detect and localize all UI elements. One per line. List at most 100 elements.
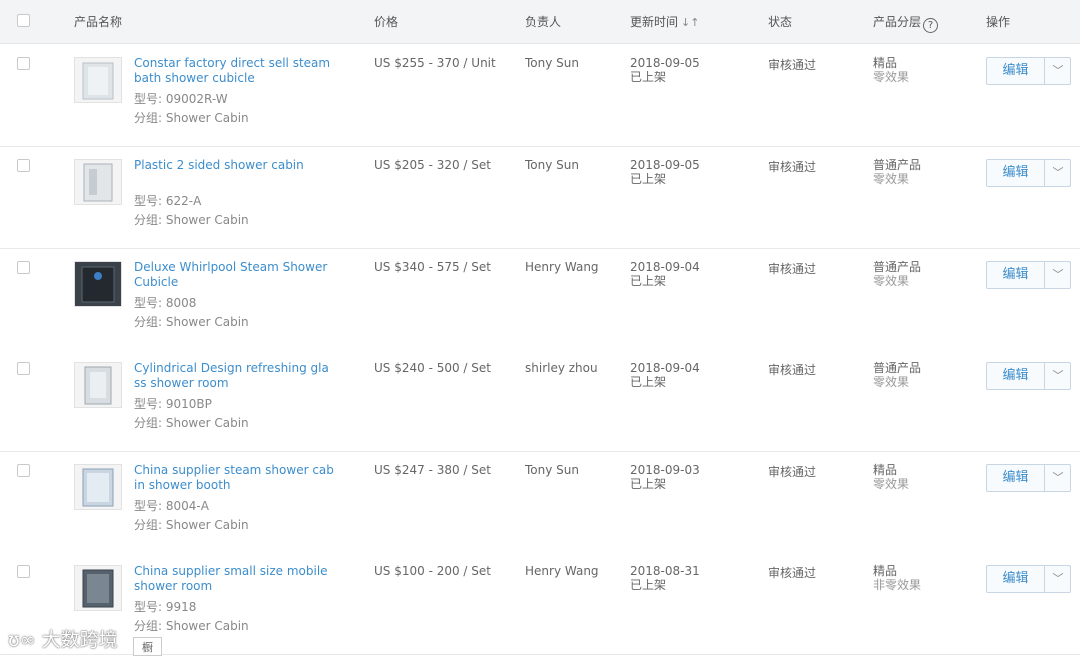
product-model: 型号: 9918	[134, 600, 197, 614]
row-checkbox[interactable]	[17, 57, 30, 70]
product-model: 型号: 09002R-W	[134, 92, 228, 106]
product-model: 型号: 8008	[134, 296, 197, 310]
product-tier: 精品	[873, 463, 898, 477]
table-row: Plastic 2 sided shower cabin 型号: 622-A 分…	[0, 147, 1080, 249]
product-tier: 精品	[873, 564, 898, 578]
col-tier: 产品分层?	[873, 13, 939, 33]
review-status: 审核通过	[768, 465, 817, 479]
product-price: US $240 - 500 / Set	[374, 361, 491, 375]
edit-button[interactable]: 编辑	[987, 160, 1045, 186]
col-action: 操作	[986, 15, 1011, 29]
help-icon[interactable]: ?	[923, 18, 939, 33]
product-effect: 零效果	[873, 477, 910, 491]
product-name-link[interactable]: Plastic 2 sided shower cabin	[134, 158, 334, 173]
update-date: 2018-09-04	[630, 361, 700, 375]
product-tier: 普通产品	[873, 260, 922, 274]
tier-info: 精品 非零效果	[873, 564, 921, 592]
table-row: China supplier steam shower cabin shower…	[0, 452, 1080, 554]
update-info: 2018-09-05 已上架	[630, 158, 700, 186]
row-checkbox[interactable]	[17, 464, 30, 477]
shelf-status: 已上架	[630, 578, 667, 592]
shelf-status: 已上架	[630, 375, 667, 389]
action-group: 编辑 ﹀	[986, 159, 1071, 187]
tier-info: 精品 零效果	[873, 56, 909, 84]
product-owner: Henry Wang	[525, 260, 599, 274]
product-effect: 零效果	[873, 375, 910, 389]
product-thumbnail[interactable]	[74, 464, 122, 510]
update-date: 2018-09-04	[630, 260, 700, 274]
product-effect: 零效果	[873, 274, 910, 288]
product-owner: Tony Sun	[525, 463, 579, 477]
product-price: US $340 - 575 / Set	[374, 260, 491, 274]
product-thumbnail[interactable]	[74, 362, 122, 408]
chevron-down-icon[interactable]: ﹀	[1045, 262, 1071, 288]
product-tier: 普通产品	[873, 158, 922, 172]
product-thumbnail[interactable]	[74, 159, 122, 205]
shelf-status: 已上架	[630, 274, 667, 288]
sort-icon[interactable]: ↓↑	[681, 16, 699, 29]
table-row: Deluxe Whirlpool Steam Shower Cubicle 型号…	[0, 249, 1080, 351]
weibo-logo-icon: ʊ∞	[8, 629, 36, 651]
product-thumbnail[interactable]	[74, 57, 122, 103]
update-info: 2018-09-04 已上架	[630, 361, 700, 389]
table-row: China supplier small size mobile shower …	[0, 553, 1080, 655]
update-date: 2018-09-03	[630, 463, 700, 477]
watermark: ʊ∞ 大数跨境	[8, 625, 118, 652]
review-status: 审核通过	[768, 566, 817, 580]
edit-button[interactable]: 编辑	[987, 262, 1045, 288]
table-row: Constar factory direct sell steam bath s…	[0, 45, 1080, 147]
product-owner: Tony Sun	[525, 158, 579, 172]
product-name-link[interactable]: Constar factory direct sell steam bath s…	[134, 56, 334, 86]
col-product-name: 产品名称	[74, 15, 123, 29]
edit-button[interactable]: 编辑	[987, 465, 1045, 491]
product-owner: shirley zhou	[525, 361, 598, 375]
product-name-link[interactable]: Deluxe Whirlpool Steam Shower Cubicle	[134, 260, 334, 290]
chevron-down-icon[interactable]: ﹀	[1045, 160, 1071, 186]
action-group: 编辑 ﹀	[986, 261, 1071, 289]
row-checkbox[interactable]	[17, 159, 30, 172]
table-row: Cylindrical Design refreshing glass show…	[0, 350, 1080, 452]
product-thumbnail[interactable]	[74, 565, 122, 611]
product-group: 分组: Shower Cabin	[134, 111, 249, 125]
tier-info: 普通产品 零效果	[873, 260, 921, 288]
review-status: 审核通过	[768, 262, 817, 276]
product-price: US $100 - 200 / Set	[374, 564, 491, 578]
col-price: 价格	[374, 15, 399, 29]
chevron-down-icon[interactable]: ﹀	[1045, 465, 1071, 491]
product-name-link[interactable]: Cylindrical Design refreshing glass show…	[134, 361, 334, 391]
product-tier: 普通产品	[873, 361, 922, 375]
select-all-checkbox[interactable]	[17, 14, 30, 27]
update-date: 2018-09-05	[630, 56, 700, 70]
product-price: US $205 - 320 / Set	[374, 158, 491, 172]
product-model: 型号: 8004-A	[134, 499, 209, 513]
row-checkbox[interactable]	[17, 362, 30, 375]
edit-button[interactable]: 编辑	[987, 566, 1045, 592]
product-effect: 零效果	[873, 70, 910, 84]
product-thumbnail[interactable]	[74, 261, 122, 307]
row-checkbox[interactable]	[17, 565, 30, 578]
update-info: 2018-09-05 已上架	[630, 56, 700, 84]
review-status: 审核通过	[768, 58, 817, 72]
chevron-down-icon[interactable]: ﹀	[1045, 58, 1071, 84]
product-name-link[interactable]: China supplier small size mobile shower …	[134, 564, 334, 594]
edit-button[interactable]: 编辑	[987, 58, 1045, 84]
update-info: 2018-09-04 已上架	[630, 260, 700, 288]
partial-button-stub[interactable]: 橱	[133, 637, 162, 656]
shelf-status: 已上架	[630, 70, 667, 84]
row-checkbox[interactable]	[17, 261, 30, 274]
product-group: 分组: Shower Cabin	[134, 213, 249, 227]
product-group: 分组: Shower Cabin	[134, 315, 249, 329]
edit-button[interactable]: 编辑	[987, 363, 1045, 389]
update-date: 2018-09-05	[630, 158, 700, 172]
product-name-link[interactable]: China supplier steam shower cabin shower…	[134, 463, 334, 493]
product-group: 分组: Shower Cabin	[134, 619, 249, 633]
product-effect: 非零效果	[873, 578, 922, 592]
product-group: 分组: Shower Cabin	[134, 518, 249, 532]
update-info: 2018-09-03 已上架	[630, 463, 700, 491]
product-model: 型号: 9010BP	[134, 397, 212, 411]
chevron-down-icon[interactable]: ﹀	[1045, 363, 1071, 389]
product-owner: Henry Wang	[525, 564, 599, 578]
product-price: US $247 - 380 / Set	[374, 463, 491, 477]
chevron-down-icon[interactable]: ﹀	[1045, 566, 1071, 592]
col-updated[interactable]: 更新时间 ↓↑	[630, 13, 699, 30]
